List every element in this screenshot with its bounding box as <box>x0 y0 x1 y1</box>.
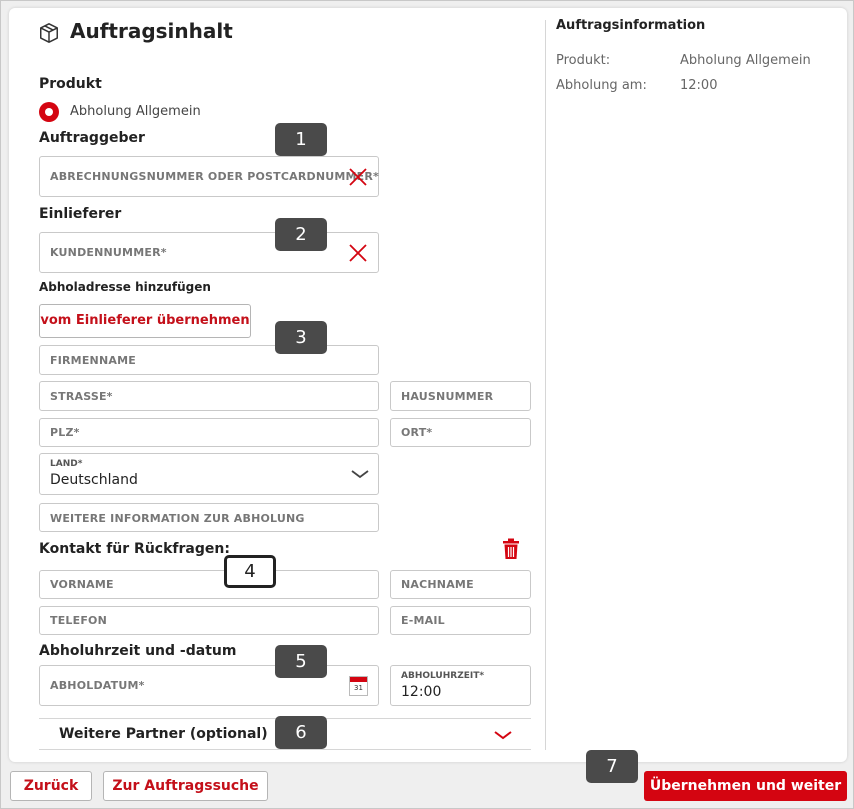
pickup-time-input[interactable]: ABHOLUHRZEIT* 12:00 <box>390 665 531 706</box>
product-radio[interactable] <box>39 102 59 122</box>
page-title: Auftragsinhalt <box>70 19 233 43</box>
country-label: LAND* <box>50 459 83 469</box>
pickup-date-placeholder: ABHOLDATUM* <box>50 679 145 692</box>
submit-continue-button[interactable]: Übernehmen und weiter <box>644 771 847 801</box>
house-number-placeholder: HAUSNUMMER <box>401 390 494 403</box>
pickup-date-input[interactable]: ABHOLDATUM* 31 <box>39 665 379 706</box>
email-placeholder: E-MAIL <box>401 614 445 627</box>
chevron-down-icon[interactable] <box>350 468 370 480</box>
house-number-input[interactable]: HAUSNUMMER <box>390 381 531 411</box>
client-number-placeholder: ABRECHNUNGSNUMMER ODER POSTCARDNUMMER* <box>50 170 379 183</box>
info-pickup-value: 12:00 <box>680 78 718 93</box>
chevron-down-icon[interactable] <box>494 730 512 740</box>
take-from-sender-button[interactable]: vom Einlieferer übernehmen <box>39 304 251 338</box>
street-placeholder: STRASSE* <box>50 390 113 403</box>
step-badge: 2 <box>275 218 327 251</box>
close-icon[interactable] <box>348 243 368 263</box>
product-option-label: Abholung Allgemein <box>70 104 201 119</box>
customer-number-input[interactable]: KUNDENNUMMER* <box>39 232 379 273</box>
step-badge: 3 <box>275 321 327 354</box>
info-product-key: Produkt: <box>556 53 611 68</box>
calendar-day: 31 <box>354 684 363 692</box>
step-badge: 5 <box>275 645 327 678</box>
last-name-placeholder: NACHNAME <box>401 578 474 591</box>
more-partners-label: Weitere Partner (optional) <box>59 726 268 742</box>
last-name-input[interactable]: NACHNAME <box>390 570 531 599</box>
trash-icon[interactable] <box>502 538 520 560</box>
company-name-input[interactable]: FIRMENNAME <box>39 345 379 375</box>
company-name-placeholder: FIRMENNAME <box>50 354 136 367</box>
city-input[interactable]: ORT* <box>390 418 531 447</box>
product-label: Produkt <box>39 76 102 92</box>
order-search-button[interactable]: Zur Auftragssuche <box>103 771 268 801</box>
calendar-icon[interactable]: 31 <box>349 676 368 696</box>
contact-label: Kontakt für Rückfragen: <box>39 541 230 557</box>
step-badge: 4 <box>224 555 276 588</box>
zip-input[interactable]: PLZ* <box>39 418 379 447</box>
zip-placeholder: PLZ* <box>50 426 80 439</box>
country-value: Deutschland <box>50 472 138 488</box>
close-icon[interactable] <box>348 167 368 187</box>
first-name-placeholder: VORNAME <box>50 578 114 591</box>
customer-number-placeholder: KUNDENNUMMER* <box>50 246 167 259</box>
pickup-time-value: 12:00 <box>401 684 442 700</box>
order-info-title: Auftragsinformation <box>556 18 706 33</box>
info-pickup-key: Abholung am: <box>556 78 647 93</box>
more-info-placeholder: WEITERE INFORMATION ZUR ABHOLUNG <box>50 512 305 525</box>
first-name-input[interactable]: VORNAME <box>39 570 379 599</box>
pickup-time-label: Abholuhrzeit und -datum <box>39 643 237 659</box>
city-placeholder: ORT* <box>401 426 433 439</box>
pickup-address-label: Abholadresse hinzufügen <box>39 280 211 294</box>
back-button[interactable]: Zurück <box>10 771 92 801</box>
more-info-input[interactable]: WEITERE INFORMATION ZUR ABHOLUNG <box>39 503 379 532</box>
info-product-value: Abholung Allgemein <box>680 53 811 68</box>
client-label: Auftraggeber <box>39 130 145 146</box>
email-input[interactable]: E-MAIL <box>390 606 531 635</box>
phone-placeholder: TELEFON <box>50 614 108 627</box>
pickup-time-field-label: ABHOLUHRZEIT* <box>401 671 485 681</box>
step-badge: 6 <box>275 716 327 749</box>
country-select[interactable]: LAND* Deutschland <box>39 453 379 495</box>
client-number-input[interactable]: ABRECHNUNGSNUMMER ODER POSTCARDNUMMER* <box>39 156 379 197</box>
panel-divider <box>545 20 546 750</box>
street-input[interactable]: STRASSE* <box>39 381 379 411</box>
step-badge: 7 <box>586 750 638 783</box>
sender-label: Einlieferer <box>39 206 122 222</box>
package-icon <box>40 23 58 43</box>
step-badge: 1 <box>275 123 327 156</box>
phone-input[interactable]: TELEFON <box>39 606 379 635</box>
